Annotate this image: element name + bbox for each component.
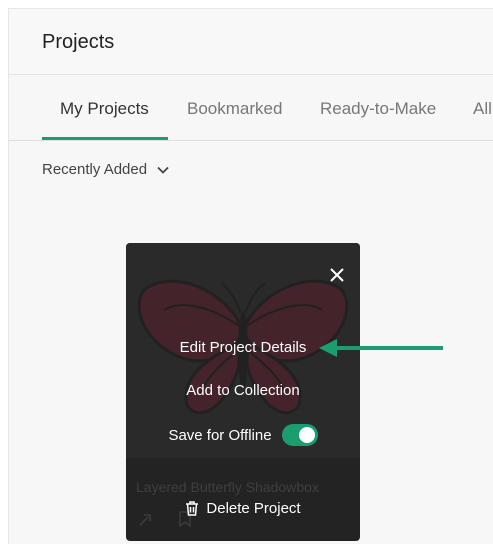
close-icon (330, 268, 344, 282)
sort-label: Recently Added (42, 161, 148, 178)
active-tab-indicator (42, 137, 168, 140)
tab-my-projects[interactable]: My Projects (60, 99, 149, 119)
close-menu-button[interactable] (323, 261, 351, 289)
project-card: Layered Butterfly Shadowbox Edit Project… (126, 243, 360, 541)
annotation-arrow (319, 339, 443, 357)
save-offline-row: Save for Offline (126, 424, 360, 446)
save-offline-toggle[interactable] (281, 424, 318, 446)
tab-bookmarked[interactable]: Bookmarked (187, 99, 282, 119)
tab-all[interactable]: All (473, 99, 492, 119)
projects-window: Projects My Projects Bookmarked Ready-to… (8, 8, 493, 544)
toggle-knob (298, 427, 315, 443)
tab-bar: My Projects Bookmarked Ready-to-Make All (9, 75, 493, 142)
sort-dropdown[interactable]: Recently Added (42, 161, 169, 178)
trash-icon (186, 501, 199, 516)
delete-project-label: Delete Project (206, 500, 301, 517)
header: Projects (9, 9, 493, 75)
add-to-collection-button[interactable]: Add to Collection (126, 382, 360, 399)
tabs-divider (9, 140, 493, 141)
save-offline-label: Save for Offline (168, 426, 272, 444)
project-title: Layered Butterfly Shadowbox (136, 479, 319, 495)
page-title: Projects (42, 31, 115, 53)
delete-project-button[interactable]: Delete Project (126, 500, 360, 517)
chevron-down-icon (157, 166, 169, 174)
tab-ready-to-make[interactable]: Ready-to-Make (320, 99, 436, 119)
